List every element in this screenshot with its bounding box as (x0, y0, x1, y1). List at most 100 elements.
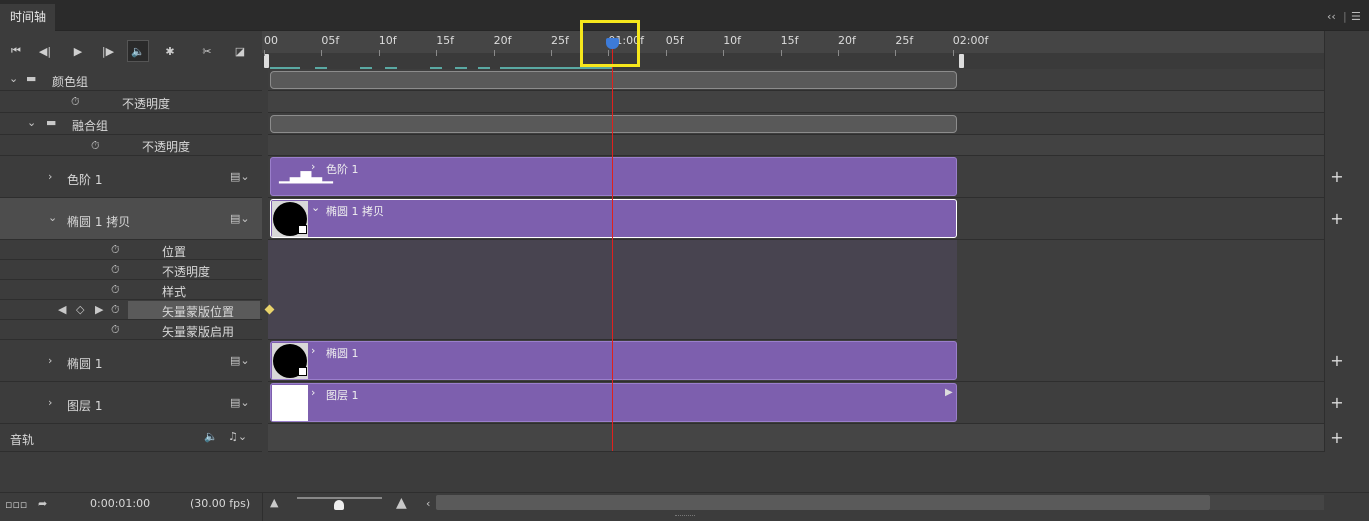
chevron-right-icon[interactable]: › (311, 386, 315, 399)
zoom-in-mountain-icon[interactable]: ▲ (396, 495, 407, 511)
scissors-icon[interactable]: ✂ (196, 40, 218, 62)
add-media-button[interactable]: + (1330, 169, 1344, 185)
ruler-tick-label: 15f (436, 34, 455, 47)
timeline-panel: { "panel": {"tab_title": "时间轴", "collaps… (0, 0, 1369, 521)
stopwatch-icon[interactable]: ⏱ (111, 303, 120, 317)
next-frame-icon[interactable]: |▶ (97, 40, 119, 62)
layer-row-layer1[interactable]: › 图层 1 ▤⌄ (0, 382, 262, 424)
zoom-slider-track[interactable] (297, 497, 382, 499)
audio-track-row[interactable]: 音轨 🔈 ♫⌄ (0, 424, 262, 452)
layer-row-ellipse[interactable]: › 椭圆 1 ▤⌄ (0, 340, 262, 382)
group-bar[interactable] (270, 71, 957, 89)
horizontal-scrollbar-thumb[interactable] (436, 495, 1210, 510)
stopwatch-icon[interactable]: ⏱ (71, 95, 80, 109)
panel-tab-bar (0, 0, 1369, 31)
clip-label: 椭圆 1 拷贝 (326, 205, 384, 218)
clip-layer1[interactable]: › 图层 1 ▶ (270, 383, 957, 422)
property-row-vector-mask-enable: ⏱ 矢量蒙版启用 (0, 320, 262, 340)
chevron-down-icon[interactable]: ⌄ (9, 72, 18, 85)
add-keyframe-icon[interactable]: ◇ (76, 303, 84, 316)
property-name: 不透明度 (162, 265, 211, 279)
resize-grip[interactable] (675, 515, 695, 518)
folder-icon: ▬ (26, 72, 37, 85)
stopwatch-icon[interactable]: ⏱ (91, 139, 100, 153)
audio-icon[interactable]: 🔈 (127, 40, 149, 62)
stopwatch-icon[interactable]: ⏱ (111, 323, 120, 337)
scroll-left-icon[interactable]: ‹ (426, 497, 430, 510)
timecode: 0:00:01:00 (90, 497, 151, 510)
zoom-slider-thumb[interactable] (334, 500, 344, 510)
previous-keyframe-icon[interactable]: ◀ (58, 303, 66, 316)
zoom-out-mountain-icon[interactable]: ▲ (270, 496, 278, 509)
folder-icon: ▬ (46, 116, 57, 129)
ruler-tick-label: 05f (321, 34, 340, 47)
ruler-tick-mark (264, 50, 265, 56)
clip-label: 图层 1 (326, 389, 359, 402)
layer-row-blend-group[interactable]: ⌄ ▬ 融合组 (0, 113, 262, 135)
property-row-position: ⏱ 位置 (0, 240, 262, 260)
play-icon[interactable]: ▶ (67, 40, 89, 62)
layer-row-levels[interactable]: › 色阶 1 ▤⌄ (0, 156, 262, 198)
film-icon[interactable]: ▤⌄ (230, 170, 250, 183)
ruler-tick-label: 10f (378, 34, 397, 47)
ruler-tick-mark (780, 50, 782, 56)
transition-icon[interactable]: ◪ (229, 40, 251, 62)
go-to-first-frame-icon[interactable]: ⏮ (5, 40, 27, 62)
stopwatch-icon[interactable]: ⏱ (111, 263, 120, 277)
layer-name: 融合组 (72, 119, 109, 133)
ruler-tick-mark (493, 50, 495, 56)
add-media-button[interactable]: + (1330, 353, 1344, 369)
group-bar[interactable] (270, 115, 957, 133)
speaker-icon[interactable]: 🔈 (204, 430, 218, 443)
chevron-down-icon[interactable]: ⌄ (48, 211, 57, 224)
next-keyframe-icon[interactable]: ▶ (95, 303, 103, 316)
chevron-right-icon[interactable]: › (48, 354, 52, 367)
clip-ellipse-copy[interactable]: ⌄ 椭圆 1 拷贝 (270, 199, 957, 238)
clip-ellipse[interactable]: › 椭圆 1 (270, 341, 957, 380)
work-area-end-handle[interactable] (959, 54, 964, 68)
tab-timeline[interactable]: 时间轴 (0, 4, 55, 31)
track-audio (268, 424, 1324, 452)
work-area-start-handle[interactable] (264, 54, 269, 68)
audio-track-name: 音轨 (10, 433, 35, 447)
hamburger-icon[interactable]: ☰ (1351, 10, 1361, 23)
convert-to-frame-animation-icon[interactable]: ▫▫▫ (5, 498, 27, 511)
playhead-line[interactable] (612, 40, 613, 451)
ruler-tick-label: 05f (665, 34, 684, 47)
add-media-button[interactable]: + (1330, 211, 1344, 227)
stopwatch-icon[interactable]: ⏱ (111, 283, 120, 297)
film-icon[interactable]: ▤⌄ (230, 396, 250, 409)
film-icon[interactable]: ▤⌄ (230, 354, 250, 367)
render-video-icon[interactable]: ➦ (38, 497, 47, 510)
property-row-vector-mask-position: ◀ ◇ ▶ ⏱ 矢量蒙版位置 (0, 300, 262, 320)
chevron-down-icon[interactable]: ⌄ (27, 116, 36, 129)
layer-name: 图层 1 (67, 399, 103, 413)
previous-frame-icon[interactable]: ◀| (34, 40, 56, 62)
chevron-right-icon[interactable]: › (311, 160, 315, 173)
music-note-icon[interactable]: ♫⌄ (228, 430, 247, 443)
add-audio-button[interactable]: + (1330, 430, 1344, 446)
chevron-right-icon[interactable]: › (48, 170, 52, 183)
ruler-tick-label: 02:00f (952, 34, 989, 47)
gear-icon[interactable]: ✱ (159, 40, 181, 62)
property-name: 不透明度 (122, 97, 171, 111)
layer-row-ellipse-copy[interactable]: ⌄ 椭圆 1 拷贝 ▤⌄ (0, 198, 262, 240)
divider: | (1343, 10, 1347, 23)
film-icon[interactable]: ▤⌄ (230, 212, 250, 225)
layer-row-color-group[interactable]: ⌄ ▬ 颜色组 (0, 69, 262, 91)
clip-end-icon[interactable]: ▶ (945, 387, 953, 398)
stopwatch-icon[interactable]: ⏱ (111, 243, 120, 257)
chevron-right-icon[interactable]: › (311, 344, 315, 357)
clip-levels[interactable]: ▁▃▆▃▁ › 色阶 1 (270, 157, 957, 196)
chevron-right-icon[interactable]: › (48, 396, 52, 409)
double-chevron-left-icon[interactable]: ‹‹ (1327, 10, 1336, 23)
track-empty (957, 240, 1324, 340)
chevron-down-icon[interactable]: ⌄ (311, 201, 320, 214)
property-row-opacity: ⏱ 不透明度 (0, 135, 262, 156)
add-media-button[interactable]: + (1330, 395, 1344, 411)
ruler-tick-label: 25f (895, 34, 914, 47)
horizontal-scrollbar-track[interactable] (1210, 495, 1324, 510)
work-area-bar[interactable] (262, 53, 1324, 69)
frame-rate: (30.00 fps) (190, 497, 251, 510)
property-row-style: ⏱ 样式 (0, 280, 262, 300)
